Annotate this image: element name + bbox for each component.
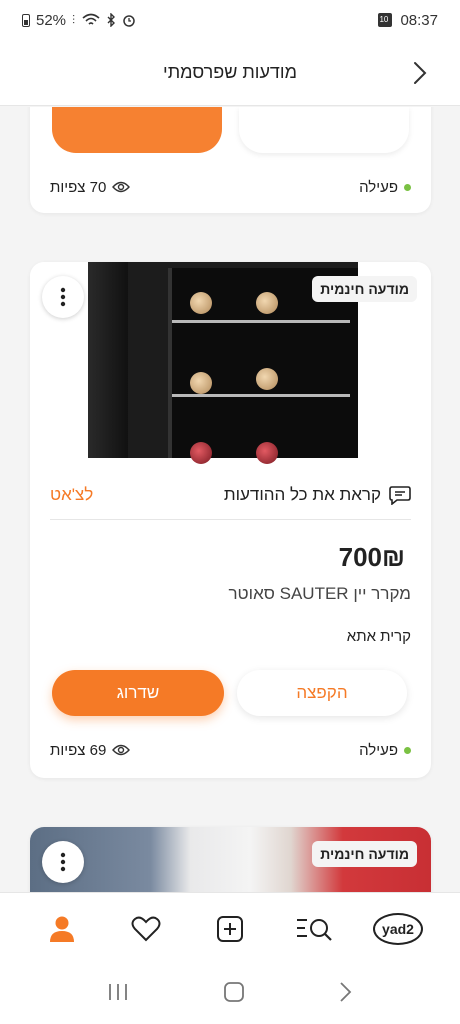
more-vertical-icon bbox=[60, 287, 66, 307]
upgrade-button[interactable] bbox=[52, 107, 222, 153]
nav-profile[interactable] bbox=[37, 904, 87, 954]
more-vertical-icon bbox=[60, 852, 66, 872]
active-dot-icon bbox=[404, 746, 411, 754]
clock: 08:37 bbox=[400, 11, 438, 29]
alarm-icon bbox=[123, 15, 135, 27]
chevron-right-icon bbox=[340, 981, 352, 1002]
bottle bbox=[256, 442, 278, 464]
bump-button[interactable] bbox=[239, 107, 409, 153]
messages-status: קראת את כל ההודעות bbox=[224, 485, 411, 505]
ad-status: פעילה bbox=[359, 179, 411, 196]
recents-icon bbox=[109, 983, 127, 1000]
stats-row: 70 צפיות פעילה bbox=[50, 175, 411, 199]
user-icon bbox=[50, 916, 74, 942]
battery-level: 52% bbox=[36, 11, 67, 29]
eye-icon bbox=[112, 181, 131, 193]
back-nav-button[interactable] bbox=[339, 981, 353, 1008]
active-dot-icon bbox=[404, 183, 411, 191]
ad-location: קרית אתא bbox=[346, 628, 411, 645]
bottle bbox=[190, 292, 212, 314]
rack bbox=[172, 394, 350, 397]
calendar-icon bbox=[378, 13, 393, 27]
upgrade-button[interactable]: שדרוג bbox=[52, 670, 224, 716]
bluetooth-icon bbox=[107, 13, 116, 27]
wifi-icon bbox=[82, 13, 100, 25]
status-bar: 52% ⫶ 08:37 bbox=[0, 0, 460, 40]
ad-card[interactable]: מודעה חינמית bbox=[30, 827, 431, 892]
views-label: 70 צפיות bbox=[50, 178, 107, 196]
status-label: פעילה bbox=[359, 741, 398, 759]
read-all-label: קראת את כל ההודעות bbox=[223, 484, 381, 504]
status-left: 52% ⫶ bbox=[22, 12, 136, 29]
home-square-icon bbox=[224, 981, 244, 1002]
plus-square-icon bbox=[217, 915, 243, 942]
app-header: מודעות שפרסמתי bbox=[0, 40, 460, 106]
signal-icon: ⫶ bbox=[72, 12, 77, 27]
ad-status: פעילה bbox=[359, 742, 411, 759]
home-button[interactable] bbox=[223, 981, 245, 1008]
more-options-button[interactable] bbox=[42, 276, 84, 318]
system-nav bbox=[0, 964, 460, 1024]
status-label: פעילה bbox=[359, 178, 398, 196]
page-title: מודעות שפרסמתי bbox=[163, 62, 297, 82]
nav-post-ad[interactable] bbox=[205, 904, 255, 954]
bottom-nav: yad2 bbox=[0, 892, 460, 964]
ad-card: 70 צפיות פעילה bbox=[30, 107, 431, 213]
ad-image[interactable]: מודעה חינמית bbox=[30, 262, 431, 464]
bottle bbox=[190, 372, 212, 394]
free-ad-badge: מודעה חינמית bbox=[312, 841, 417, 867]
fridge-side bbox=[88, 262, 128, 458]
heart-icon bbox=[131, 916, 161, 941]
status-right: 08:37 bbox=[378, 12, 438, 29]
bottle bbox=[256, 292, 278, 314]
nav-home[interactable]: yad2 bbox=[373, 904, 423, 954]
chat-link[interactable]: לצ'אט bbox=[50, 485, 93, 505]
messages-row: לצ'אט קראת את כל ההודעות bbox=[50, 470, 411, 520]
chevron-right-icon bbox=[414, 62, 427, 84]
chat-bubble-icon bbox=[389, 485, 411, 505]
ad-title: מקרר יין SAUTER סאוטר bbox=[228, 584, 411, 603]
bottle bbox=[190, 442, 212, 464]
ad-card[interactable]: מודעה חינמית לצ'אט קראת את כל ההודעות 70… bbox=[30, 262, 431, 778]
bump-button[interactable]: הקפצה bbox=[237, 670, 407, 716]
eye-icon bbox=[112, 744, 131, 756]
nav-search[interactable] bbox=[289, 904, 339, 954]
search-list-icon bbox=[297, 918, 332, 941]
recent-apps-button[interactable] bbox=[107, 982, 129, 1007]
ad-price: 700₪ bbox=[338, 542, 405, 572]
views-count: 70 צפיות bbox=[50, 178, 131, 196]
views-count: 69 צפיות bbox=[50, 741, 131, 759]
more-options-button[interactable] bbox=[42, 841, 84, 883]
free-ad-badge: מודעה חינמית bbox=[312, 276, 417, 302]
stats-row: 69 צפיות פעילה bbox=[50, 738, 411, 762]
yad2-logo: yad2 bbox=[373, 912, 423, 945]
back-button[interactable] bbox=[408, 58, 432, 88]
ads-list[interactable]: 70 צפיות פעילה מודעה חינמית לצ'אט קראת א… bbox=[0, 107, 460, 892]
views-label: 69 צפיות bbox=[50, 741, 107, 759]
rack bbox=[172, 320, 350, 323]
bottle bbox=[256, 368, 278, 390]
nav-favorites[interactable] bbox=[121, 904, 171, 954]
battery-icon bbox=[22, 13, 30, 27]
